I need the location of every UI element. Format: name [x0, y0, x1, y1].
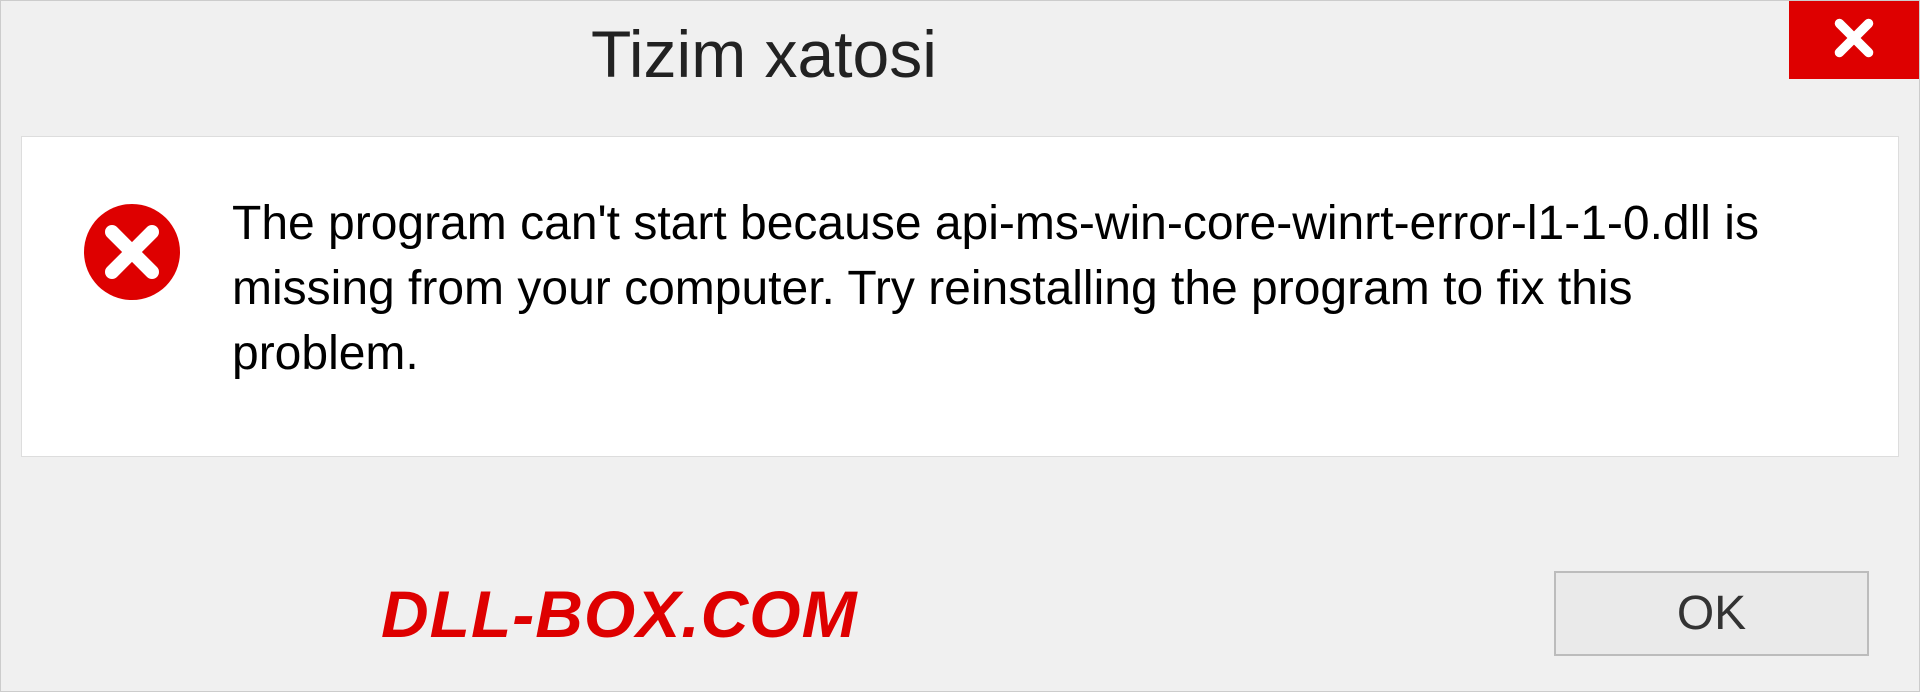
- close-icon: [1829, 13, 1879, 68]
- error-message: The program can't start because api-ms-w…: [232, 192, 1782, 386]
- dialog-content: The program can't start because api-ms-w…: [21, 136, 1899, 457]
- dialog-footer: DLL-BOX.COM OK: [1, 546, 1919, 691]
- dialog-titlebar: Tizim xatosi: [1, 1, 1919, 101]
- ok-button-label: OK: [1677, 586, 1746, 641]
- error-icon: [82, 192, 182, 307]
- dialog-title: Tizim xatosi: [1, 1, 937, 92]
- watermark-text: DLL-BOX.COM: [51, 576, 858, 652]
- ok-button[interactable]: OK: [1554, 571, 1869, 656]
- close-button[interactable]: [1789, 1, 1919, 79]
